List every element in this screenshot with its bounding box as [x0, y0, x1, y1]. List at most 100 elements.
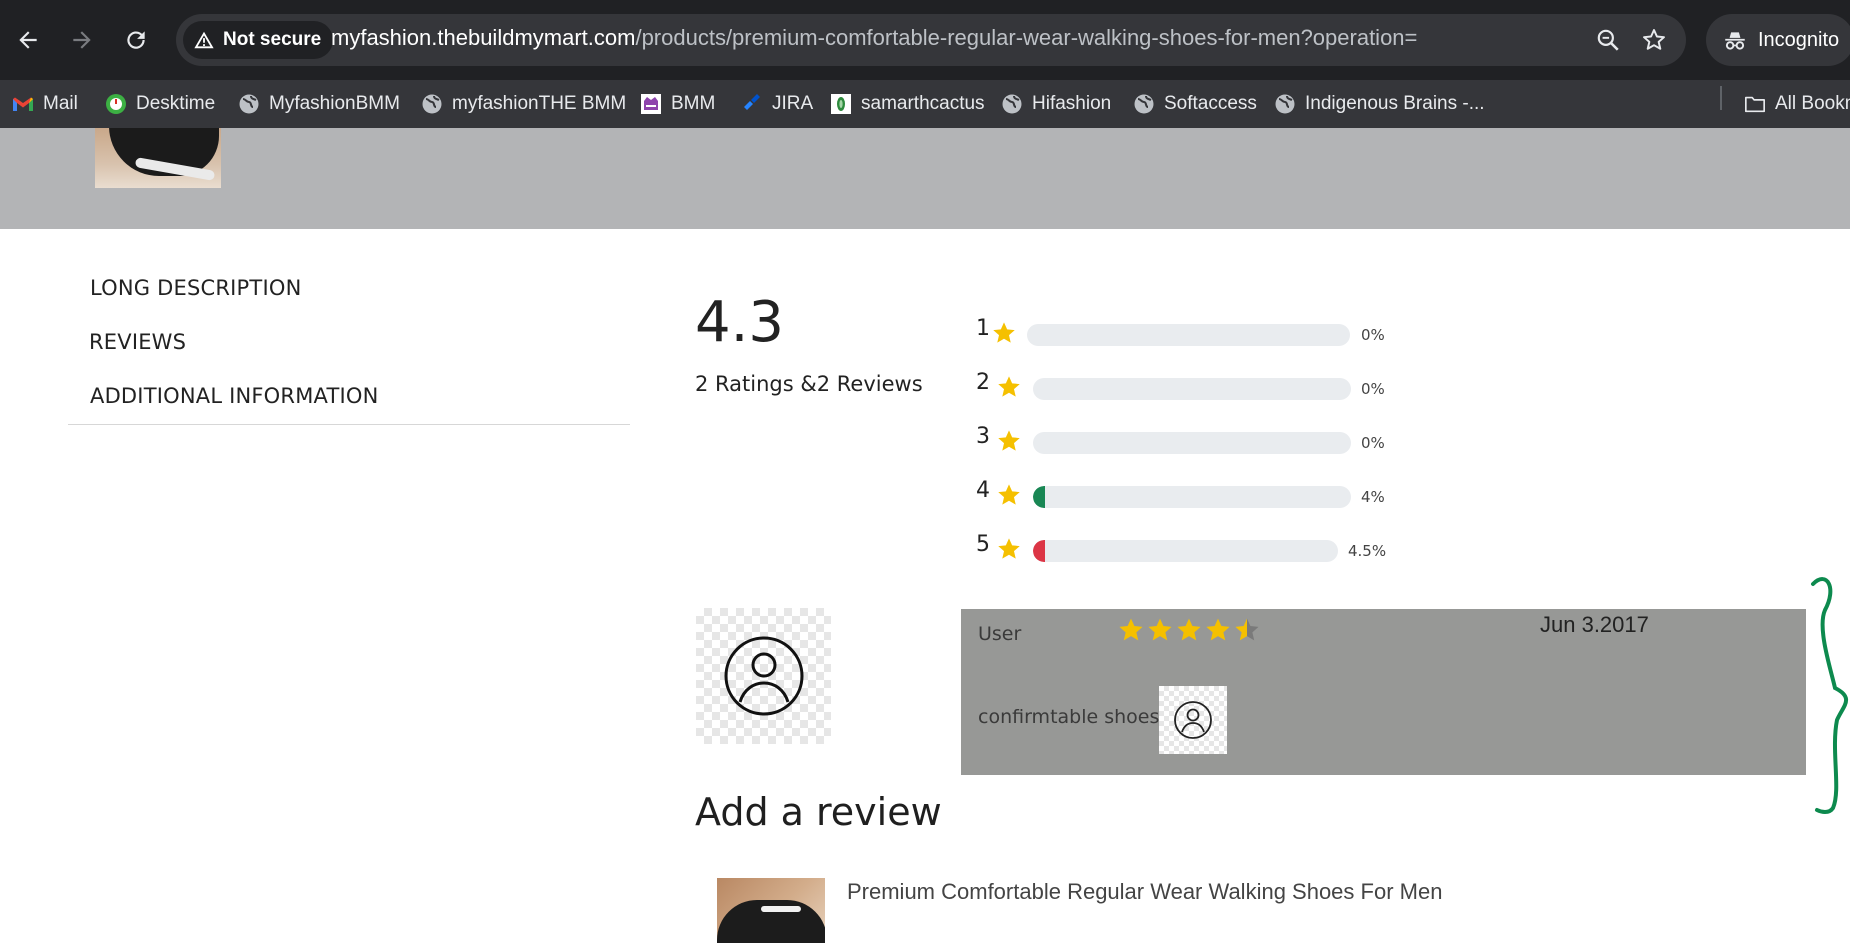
review-star-icon [1177, 618, 1201, 641]
rating-bar-stars-label: 4 [976, 478, 990, 503]
search-zoom-icon [1597, 29, 1619, 51]
forward-button[interactable] [62, 20, 102, 60]
average-rating: 4.3 [695, 290, 785, 355]
bookmark-star-button[interactable] [1638, 24, 1670, 56]
bookmark-hifashion[interactable]: Hifashion [1001, 80, 1111, 128]
bookmark-label: JIRA [772, 93, 814, 114]
rating-bar-row: 1 0% [976, 316, 1396, 348]
tab-reviews[interactable]: REVIEWS [89, 330, 186, 354]
arrow-right-icon [73, 31, 91, 49]
back-button[interactable] [8, 20, 48, 60]
bookmark-label: Mail [43, 93, 78, 114]
incognito-label: Incognito [1758, 28, 1840, 51]
security-label: Not secure [223, 29, 322, 50]
bookmark-jira[interactable]: JIRA [741, 80, 813, 128]
review-product-thumbnail [717, 878, 825, 943]
rating-bar-track [1033, 486, 1351, 508]
zoom-button[interactable] [1592, 24, 1624, 56]
tab-additional-information[interactable]: ADDITIONAL INFORMATION [90, 384, 379, 408]
bookmark-label: myfashionTHE BMM [452, 93, 627, 114]
review-date: Jun 3.2017 [1540, 612, 1649, 637]
bookmark-softaccess[interactable]: Softaccess [1133, 80, 1257, 128]
bookmark-label: MyfashionBMM [269, 93, 400, 114]
reload-icon [127, 31, 145, 49]
bookmarks-bar: Mail Desktime MyfashionBMM myfashionTHE … [0, 80, 1861, 128]
all-bookmarks-button[interactable]: All Bookm [1744, 80, 1861, 128]
all-bookmarks-label: All Bookm [1775, 93, 1861, 114]
globe-icon [1001, 93, 1023, 115]
bookmark-label: Indigenous Brains -... [1305, 93, 1485, 114]
rating-bar-stars-label: 3 [976, 424, 990, 449]
rating-bar-fill [1033, 540, 1045, 562]
review-image[interactable] [1159, 686, 1227, 754]
url-path: /products/premium-comfortable-regular-we… [635, 25, 1418, 50]
bookmark-myfashionthebmm[interactable]: myfashionTHE BMM [421, 80, 626, 128]
user-circle-icon [724, 636, 804, 716]
bookmark-label: Hifashion [1032, 93, 1112, 114]
bookmark-indigenous-brains[interactable]: Indigenous Brains -... [1274, 80, 1485, 128]
star-outline-icon [1643, 29, 1665, 50]
bookmark-bmm[interactable]: BMM [640, 80, 715, 128]
reviewer-avatar [696, 608, 831, 744]
annotation-brace [1811, 577, 1848, 814]
desktime-icon [105, 93, 127, 115]
globe-icon [421, 93, 443, 115]
review-text: confirmtable shoes [978, 706, 1160, 728]
rating-bar-track [1033, 540, 1338, 562]
star-icon [998, 430, 1020, 451]
rating-bar-row: 3 0% [976, 424, 1396, 456]
bookmark-label: Desktime [136, 93, 216, 114]
bookmark-label: samarthcactus [861, 93, 985, 114]
globe-icon [1274, 93, 1296, 115]
rating-bar-percent: 0% [1361, 434, 1385, 452]
incognito-icon [1725, 32, 1745, 50]
rating-bar-percent: 4% [1361, 488, 1385, 506]
cactus-icon [830, 93, 852, 115]
rating-bar-stars-label: 1 [976, 316, 990, 341]
user-circle-icon [1174, 701, 1212, 739]
bookmarks-divider [1720, 86, 1722, 110]
incognito-badge[interactable]: Incognito [1706, 14, 1854, 66]
rating-bar-stars-label: 5 [976, 532, 990, 557]
product-gallery-band [0, 128, 1850, 229]
review-stars [1117, 616, 1261, 650]
bookmark-myfashionbmm[interactable]: MyfashionBMM [238, 80, 400, 128]
tab-long-description[interactable]: LONG DESCRIPTION [90, 276, 301, 300]
gmail-icon [12, 93, 34, 115]
tabs-divider [68, 424, 630, 425]
rating-bar-track [1033, 432, 1351, 454]
ratings-count: 2 Ratings &2 Reviews [695, 372, 923, 396]
url-host: myfashion.thebuildmymart.com [331, 25, 636, 50]
rating-bar-stars-label: 2 [976, 370, 990, 395]
bookmark-samarthcactus[interactable]: samarthcactus [830, 80, 985, 128]
review-user: User [978, 623, 1022, 645]
bookmark-label: Softaccess [1164, 93, 1257, 114]
review-product-title[interactable]: Premium Comfortable Regular Wear Walking… [847, 879, 1442, 905]
rating-bar-percent: 0% [1361, 380, 1385, 398]
product-thumbnail[interactable] [95, 128, 221, 188]
security-chip[interactable]: Not secure [183, 21, 334, 59]
bookmark-mail[interactable]: Mail [12, 80, 78, 128]
globe-icon [238, 93, 260, 115]
jira-icon [741, 93, 763, 115]
rating-bar-row: 5 4.5% [976, 532, 1396, 564]
reload-button[interactable] [116, 20, 156, 60]
bookmark-desktime[interactable]: Desktime [105, 80, 215, 128]
rating-bar-track [1027, 324, 1350, 346]
bookmark-label: BMM [671, 93, 716, 114]
rating-bar-track [1033, 378, 1351, 400]
review-star-icon [1206, 618, 1230, 641]
rating-bar-percent: 4.5% [1348, 542, 1387, 560]
url-text[interactable]: myfashion.thebuildmymart.com/products/pr… [331, 25, 1417, 51]
browser-window: Not secure myfashion.thebuildmymart.com/… [0, 0, 1870, 943]
rating-bar-row: 4 4% [976, 478, 1396, 510]
folder-icon [1744, 93, 1766, 115]
add-review-heading: Add a review [695, 790, 942, 834]
review-card [961, 609, 1806, 775]
warning-icon [194, 31, 214, 49]
star-icon [993, 322, 1015, 343]
arrow-left-icon [19, 31, 37, 49]
rating-bar-fill [1033, 486, 1045, 508]
star-icon [998, 376, 1020, 397]
window-edge [1850, 0, 1870, 943]
